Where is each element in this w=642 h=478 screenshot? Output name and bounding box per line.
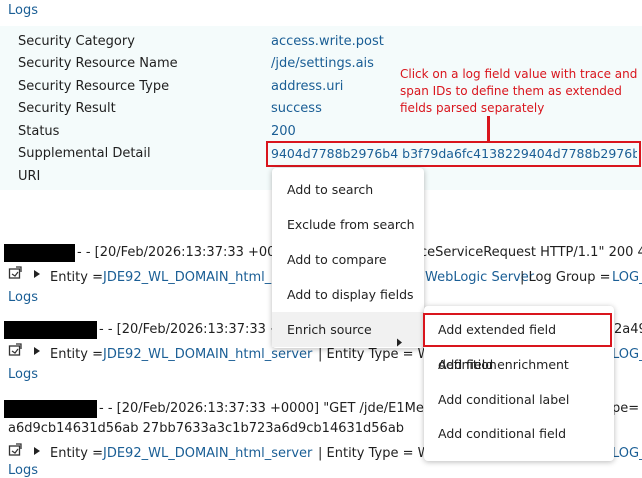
expand-triangle-icon[interactable] [33, 268, 41, 283]
menu-item-label: Add to display fields [287, 287, 414, 302]
menu-item-label: Add field enrichment [438, 357, 569, 372]
log-group-label: | Log Group = [520, 270, 611, 285]
menu-item-add-to-compare[interactable]: Add to compare [272, 242, 424, 277]
menu-item-exclude-from-search[interactable]: Exclude from search [272, 207, 424, 242]
field-value[interactable]: 200 [271, 124, 296, 139]
logs-link[interactable]: Logs [8, 367, 38, 382]
log-line-tail: 2a49 [614, 322, 642, 337]
field-value[interactable]: /jde/settings.ais [271, 56, 374, 71]
context-menu: Add to search Exclude from search Add to… [272, 168, 424, 348]
redacted-block [4, 321, 97, 339]
extended-field-definition-highlight [423, 313, 612, 347]
chevron-right-icon [396, 325, 403, 360]
supplemental-detail-highlight [266, 141, 641, 167]
menu-item-label: Add conditional field [438, 426, 567, 441]
entity-type-label: | Entity Type = W [318, 446, 431, 461]
entity-label: Entity = [50, 446, 103, 461]
logs-link[interactable]: Logs [8, 290, 38, 305]
logs-link[interactable]: Logs [8, 463, 38, 478]
entity-type-label: | Entity Type = W [318, 347, 431, 362]
field-label: Security Resource Type [18, 79, 170, 94]
log-group-value[interactable]: LOG_ [612, 270, 642, 285]
submenu-item-add-field-enrichment[interactable]: Add field enrichment [424, 347, 614, 382]
entity-label: Entity = [50, 347, 103, 362]
attach-icon[interactable] [8, 343, 23, 361]
log-line: - - [20/Feb/2026:13:37:33 +000 [77, 245, 284, 260]
redacted-block [4, 244, 75, 262]
field-value[interactable]: address.uri [271, 79, 343, 94]
menu-item-label: Add to search [287, 182, 374, 197]
redacted-block [4, 400, 97, 418]
entity-label: Entity = [50, 270, 103, 285]
menu-item-enrich-source[interactable]: Enrich source [272, 312, 424, 347]
field-label: Status [18, 124, 60, 139]
menu-item-label: Exclude from search [287, 217, 415, 232]
submenu-item-add-conditional-label[interactable]: Add conditional label [424, 382, 614, 417]
callout-connector [487, 116, 490, 142]
log-line: - - [20/Feb/2026:13:37:33 +0000] "GET /j… [99, 401, 430, 416]
field-label: URI [18, 169, 41, 184]
log-line-tail: pe= [612, 401, 640, 416]
expand-triangle-icon[interactable] [33, 345, 41, 360]
attach-icon[interactable] [8, 443, 23, 461]
field-label: Security Result [18, 101, 116, 116]
menu-item-label: Add to compare [287, 252, 387, 267]
callout-annotation: Click on a log field value with trace an… [400, 67, 638, 115]
entity-type-value[interactable]: WebLogic Server [425, 270, 534, 285]
logs-link-top[interactable]: Logs [8, 3, 38, 18]
field-label: Security Category [18, 34, 135, 49]
log-line-tail: ceServiceRequest HTTP/1.1" 200 42 [420, 245, 642, 260]
attach-icon[interactable] [8, 266, 23, 284]
entity-value[interactable]: JDE92_WL_DOMAIN_html_server [103, 446, 312, 461]
menu-item-add-to-display-fields[interactable]: Add to display fields [272, 277, 424, 312]
menu-item-add-to-search[interactable]: Add to search [272, 172, 424, 207]
log-group-value[interactable]: LOG_ [612, 347, 642, 362]
field-value[interactable]: access.write.post [271, 34, 384, 49]
field-label: Security Resource Name [18, 56, 178, 71]
menu-item-label: Enrich source [287, 322, 372, 337]
expand-triangle-icon[interactable] [33, 445, 41, 460]
submenu-item-add-conditional-field[interactable]: Add conditional field [424, 416, 614, 451]
log-line: a6d9cb14631d56ab 27bb7633a3c1b723a6d9cb1… [8, 421, 405, 436]
field-label: Supplemental Detail [18, 146, 151, 161]
menu-item-label: Add conditional label [438, 392, 570, 407]
entity-value[interactable]: JDE92_WL_DOMAIN_html_ [103, 270, 271, 285]
entity-value[interactable]: JDE92_WL_DOMAIN_html_server [103, 347, 312, 362]
log-group-value[interactable]: LOG_ [612, 446, 642, 461]
field-value[interactable]: success [271, 101, 322, 116]
